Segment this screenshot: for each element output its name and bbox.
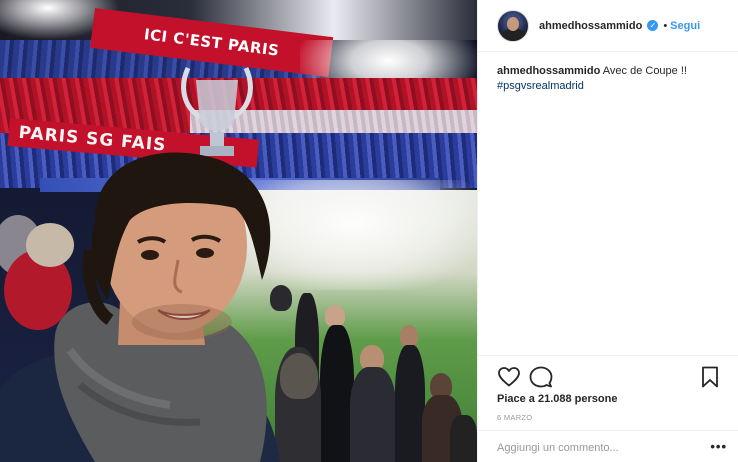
post-header: ahmedhossammido ✓ • Segui [478, 0, 738, 52]
username-link[interactable]: ahmedhossammido [539, 20, 642, 32]
post-caption: ahmedhossammido Avec de Coupe !! #psgvsr… [497, 64, 727, 94]
comment-icon[interactable] [529, 365, 553, 389]
follow-button[interactable]: Segui [670, 20, 700, 32]
comment-input[interactable]: Aggiungi un commento... [497, 442, 619, 454]
separator-dot: • [663, 19, 668, 32]
verified-badge-icon: ✓ [647, 20, 659, 31]
caption-text: Avec de Coupe !! [602, 65, 687, 77]
likes-count[interactable]: Piace a 21.088 persone [497, 393, 617, 405]
hashtag-link[interactable]: #psgvsrealmadrid [497, 80, 584, 92]
post-actions-section: Piace a 21.088 persone 6 MARZO [478, 355, 738, 422]
post-date[interactable]: 6 MARZO [497, 413, 532, 422]
bookmark-icon[interactable] [698, 365, 722, 389]
post-photo[interactable]: ICI C'EST PARIS PARIS SG FAIS [0, 0, 477, 462]
heart-icon[interactable] [497, 365, 521, 389]
action-bar [497, 365, 722, 389]
avatar[interactable] [497, 9, 529, 42]
caption-username[interactable]: ahmedhossammido [497, 65, 600, 77]
selfie-person [0, 152, 280, 462]
more-options-icon[interactable]: ••• [710, 439, 727, 454]
post-sidebar: ahmedhossammido ✓ • Segui ahmedhossammid… [477, 0, 738, 462]
trophy-tifo [181, 66, 253, 156]
comment-bar: Aggiungi un commento... ••• [478, 430, 738, 462]
